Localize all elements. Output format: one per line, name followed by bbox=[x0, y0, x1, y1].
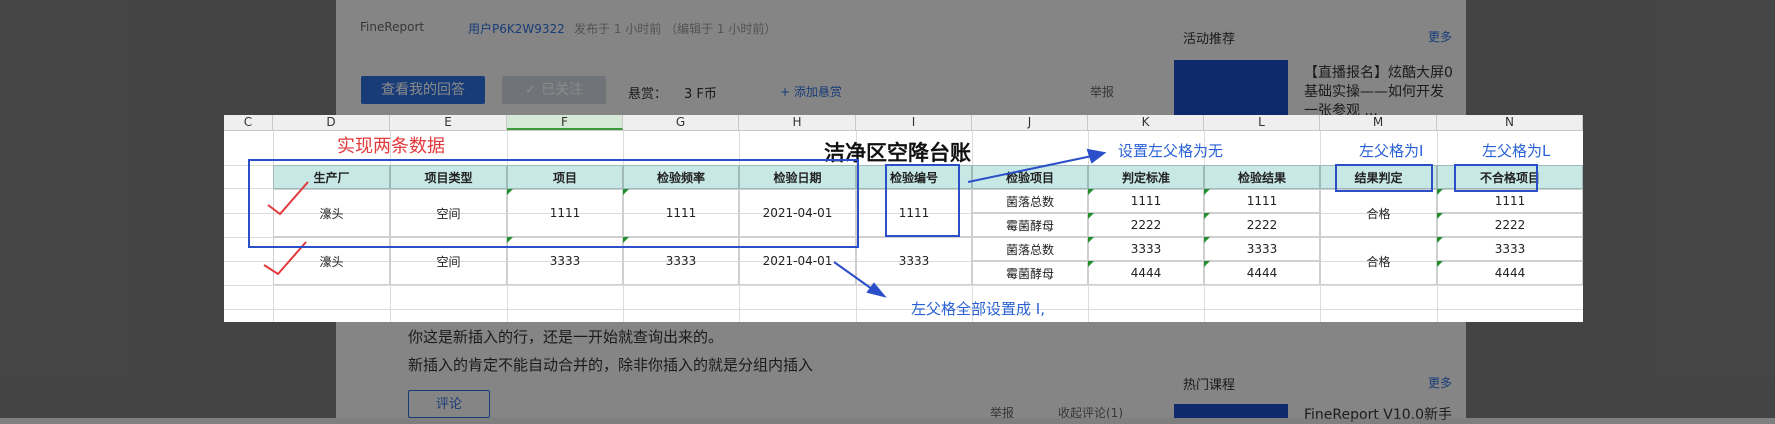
arrow-to-all-note-head bbox=[866, 282, 887, 298]
arrow-to-parent-none-head bbox=[1086, 148, 1107, 164]
highlight-box-inspection-no bbox=[885, 164, 960, 237]
arrow-to-all-note-line bbox=[833, 261, 873, 290]
highlight-box-unqualified bbox=[1454, 164, 1538, 192]
arrow-to-parent-none-line bbox=[967, 155, 1093, 183]
highlight-box-result-judge bbox=[1335, 164, 1433, 192]
note-parent-none: 设置左父格为无 bbox=[1118, 142, 1224, 160]
highlight-box-two-records bbox=[248, 159, 859, 248]
note-all-parent: 左父格全部设置成 I, bbox=[911, 300, 1045, 318]
note-n-parent: 左父格为L bbox=[1482, 142, 1551, 160]
blue-arrows bbox=[833, 148, 1107, 298]
red-note-two-records: 实现两条数据 bbox=[337, 136, 445, 157]
note-m-parent: 左父格为I bbox=[1359, 142, 1424, 160]
